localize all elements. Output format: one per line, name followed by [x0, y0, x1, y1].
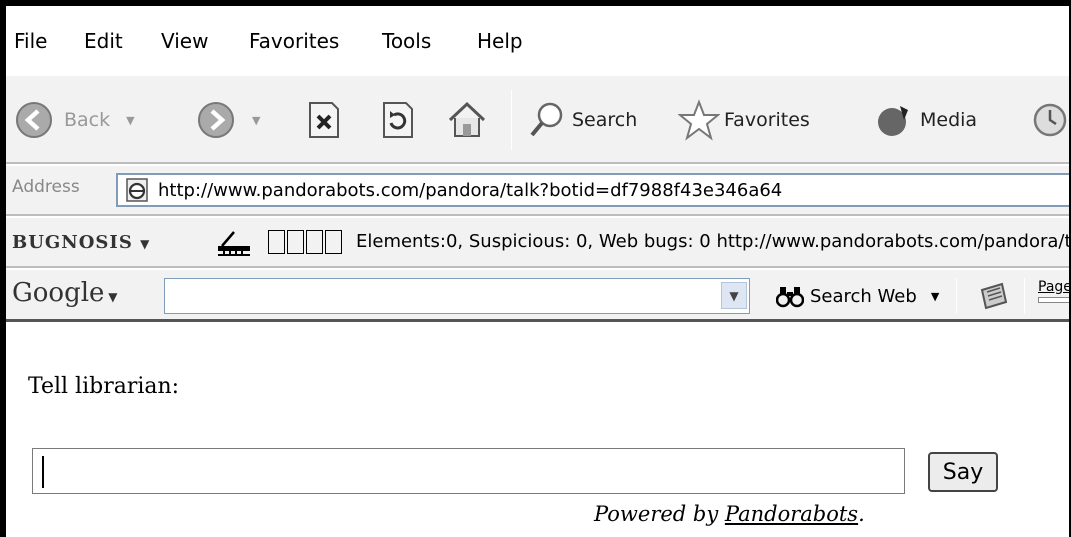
google-search-input[interactable]: ▼ — [164, 278, 750, 314]
news-icon[interactable] — [978, 282, 1010, 310]
stop-button[interactable] — [306, 76, 342, 162]
media-icon — [878, 106, 908, 136]
bugnosis-status: Elements:0, Suspicious: 0, Web bugs: 0 h… — [356, 231, 1069, 252]
pagerank-indicator: PageRank — [1038, 279, 1069, 303]
pagerank-label: PageRank — [1038, 279, 1069, 295]
menu-file[interactable]: File — [14, 29, 47, 53]
search-web-dropdown-icon[interactable]: ▼ — [931, 290, 939, 303]
menu-bar: File Edit View Favorites Tools Help — [6, 6, 1069, 76]
back-button[interactable]: Back ▼ — [14, 76, 135, 162]
google-dropdown-icon: ▼ — [104, 290, 118, 304]
menu-help[interactable]: Help — [477, 29, 523, 53]
google-history-dropdown-icon[interactable]: ▼ — [721, 282, 747, 309]
menu-edit[interactable]: Edit — [84, 29, 123, 53]
favorites-button[interactable]: Favorites — [678, 76, 810, 162]
back-label: Back — [64, 109, 111, 131]
powered-by: Powered by Pandorabots. — [594, 502, 865, 526]
unknown-glyph-icon — [287, 230, 304, 254]
powered-by-suffix: . — [858, 502, 865, 526]
binoculars-icon — [776, 287, 804, 308]
prompt-label: Tell librarian: — [28, 374, 180, 399]
bug-icon — [218, 231, 250, 256]
bugnosis-dropdown-icon: ▼ — [140, 237, 151, 251]
unknown-glyph-icon — [306, 230, 323, 254]
favorites-label: Favorites — [724, 109, 810, 131]
search-button[interactable]: Search — [528, 76, 638, 162]
browser-frame: File Edit View Favorites Tools Help Back… — [6, 6, 1069, 537]
history-icon — [1033, 103, 1067, 137]
menu-tools[interactable]: Tools — [382, 29, 431, 53]
unknown-glyph-icon — [325, 230, 342, 254]
pagerank-bar — [1038, 297, 1069, 303]
forward-dropdown-icon[interactable]: ▼ — [252, 114, 260, 127]
home-button[interactable] — [446, 76, 488, 162]
back-dropdown-icon[interactable]: ▼ — [126, 114, 134, 127]
back-arrow-icon — [16, 102, 52, 138]
forward-arrow-icon — [198, 102, 234, 138]
search-label: Search — [572, 109, 638, 131]
browser-window: File Edit View Favorites Tools Help Back… — [0, 0, 1071, 537]
stop-icon — [309, 102, 339, 138]
search-web-label: Search Web — [810, 285, 917, 307]
refresh-button[interactable] — [380, 76, 416, 162]
refresh-icon — [383, 102, 413, 138]
google-separator — [1024, 278, 1025, 314]
ie-page-icon — [126, 178, 148, 202]
pandorabots-link[interactable]: Pandorabots — [725, 502, 858, 526]
say-button[interactable]: Say — [928, 452, 998, 492]
google-logo: Google — [12, 278, 105, 308]
magnifier-icon — [530, 102, 563, 137]
history-button[interactable] — [1028, 76, 1068, 162]
menu-favorites[interactable]: Favorites — [249, 29, 339, 53]
bugnosis-label: BUGNOSIS — [12, 232, 133, 253]
google-menu[interactable]: Google ▼ — [12, 278, 117, 308]
forward-button[interactable]: ▼ — [196, 76, 260, 162]
star-icon — [678, 99, 720, 141]
bugnosis-menu[interactable]: BUGNOSIS ▼ — [12, 232, 150, 253]
address-field[interactable]: http://www.pandorabots.com/pandora/talk?… — [116, 173, 1069, 207]
standard-toolbar: Back ▼ ▼ Search Favorites Media — [6, 76, 1069, 164]
media-label: Media — [920, 109, 978, 131]
media-button[interactable]: Media — [874, 76, 978, 162]
text-caret — [42, 456, 44, 488]
address-url[interactable]: http://www.pandorabots.com/pandora/talk?… — [158, 180, 782, 201]
page-content: Tell librarian: Say Powered by Pandorabo… — [6, 324, 1069, 537]
home-icon — [448, 101, 486, 137]
bugnosis-toolbar: BUGNOSIS ▼ Elements:0, Suspicious: 0, We… — [6, 218, 1069, 268]
menu-view[interactable]: View — [161, 29, 208, 53]
message-input[interactable] — [32, 448, 905, 494]
powered-by-label: Powered by — [594, 502, 719, 526]
google-separator — [956, 278, 957, 314]
address-bar: Address http://www.pandorabots.com/pando… — [6, 166, 1069, 216]
unknown-glyph-icon — [268, 230, 285, 254]
search-web-button[interactable]: Search Web ▼ — [776, 270, 939, 319]
toolbar-separator — [511, 90, 512, 150]
google-toolbar: Google ▼ ▼ Search Web ▼ Page — [6, 270, 1069, 322]
address-label: Address — [12, 177, 80, 197]
